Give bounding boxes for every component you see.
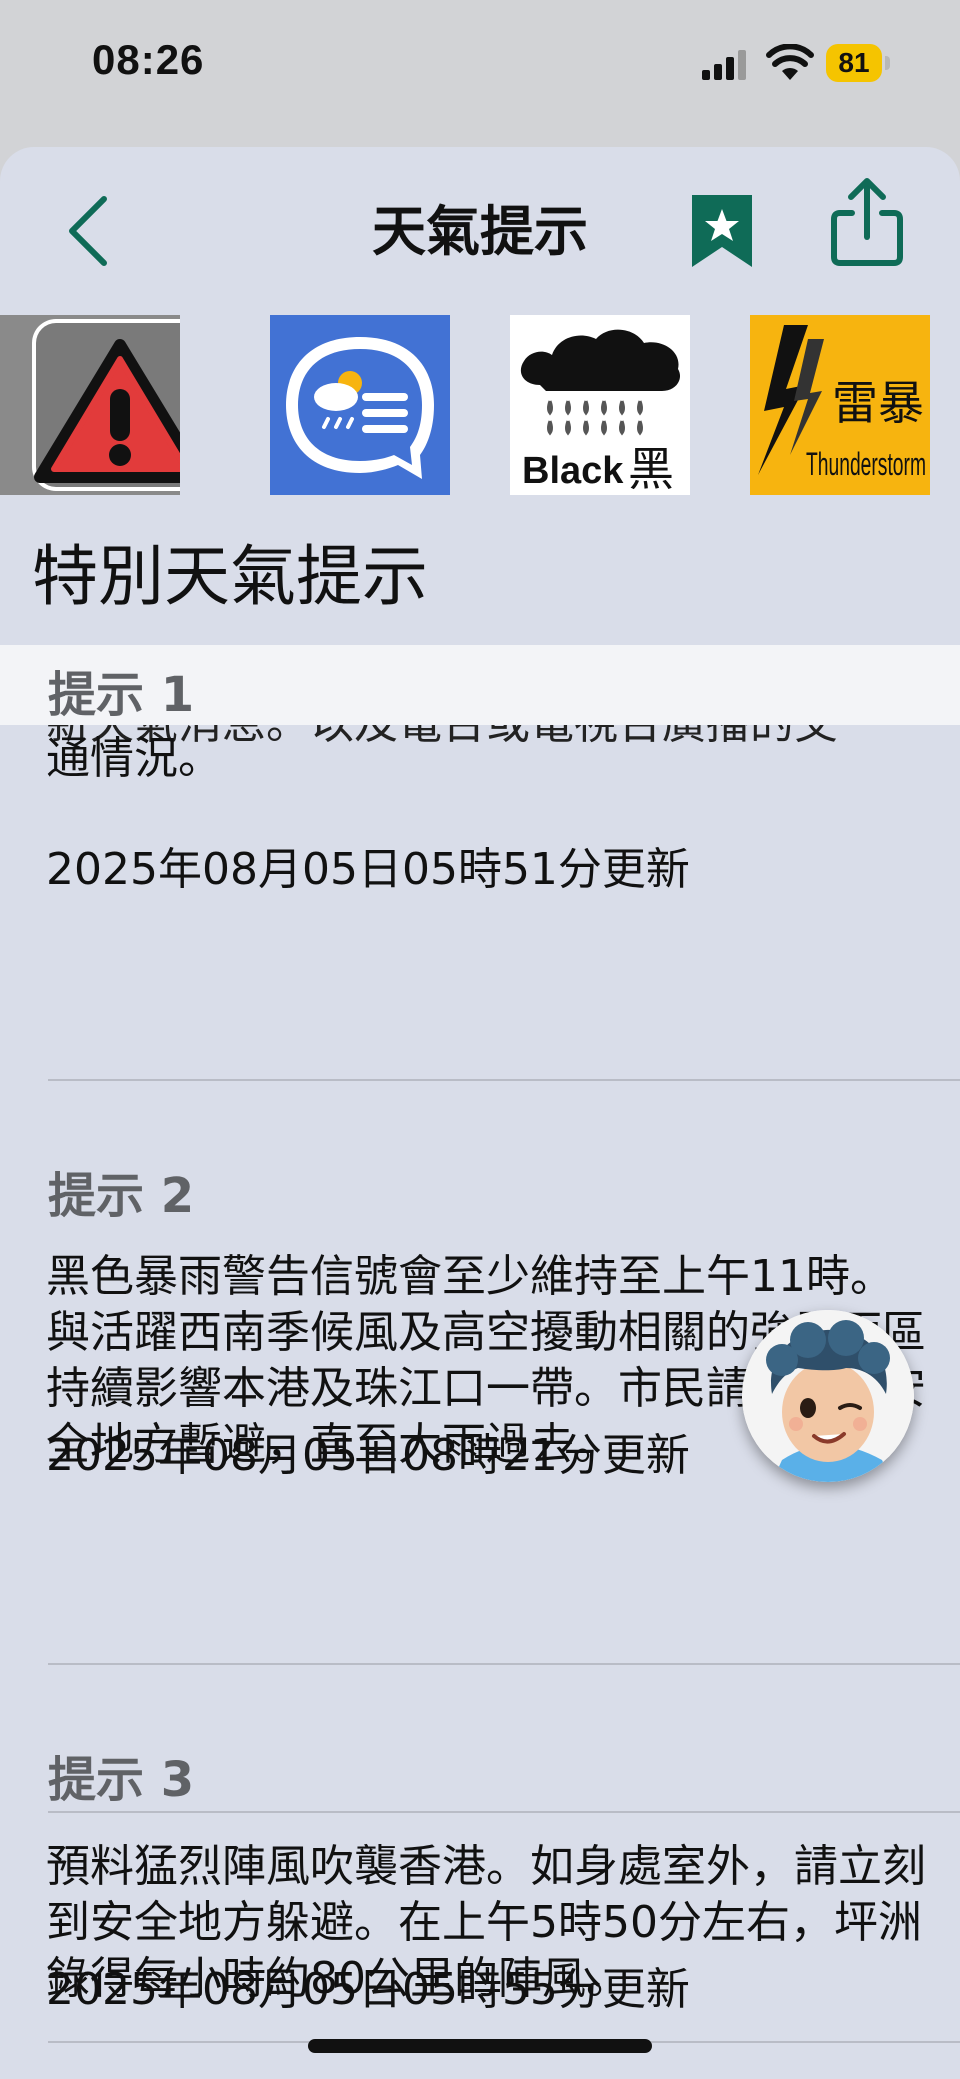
home-indicator[interactable]: [308, 2039, 652, 2053]
sticky-tip-header: 提示 1: [0, 645, 960, 725]
tip-2-heading: 提示 2: [48, 1168, 195, 1224]
thunder-label-zh: 雷暴: [832, 376, 924, 430]
status-time: 08:26: [92, 36, 205, 83]
battery-indicator: 81: [826, 44, 892, 82]
weather-tips-sheet: 天氣提示 Black 黑 雷暴 Thunderstorm 特別天氣提示 通情況。…: [0, 147, 960, 2079]
tip-3-heading: 提示 3: [48, 1752, 195, 1808]
black-rain-label-en: Black: [522, 450, 624, 492]
divider: [48, 1811, 960, 1813]
divider: [48, 1663, 960, 1665]
weather-info-bubble-icon[interactable]: [270, 315, 450, 495]
tip-1-time: 2025年08月05日05時51分更新: [46, 844, 690, 895]
tip-1-text: 通情況。: [46, 733, 222, 784]
cellular-signal-icon: [702, 50, 746, 80]
tip-3-time: 2025年08月05日05時55分更新: [46, 1964, 690, 2015]
divider: [48, 1079, 960, 1081]
black-rain-label-zh: 黑: [628, 442, 674, 495]
page-title: 天氣提示: [372, 200, 588, 263]
wifi-icon: [766, 44, 814, 80]
back-chevron-icon[interactable]: [60, 191, 120, 271]
warning-icon-strip: Black 黑 雷暴 Thunderstorm: [0, 315, 960, 495]
share-icon[interactable]: [826, 177, 908, 269]
black-rainstorm-icon[interactable]: Black 黑: [510, 315, 690, 495]
tip-2-time: 2025年08月05日08時21分更新: [46, 1430, 690, 1481]
thunder-label-en: Thunderstorm: [806, 446, 926, 482]
assistant-avatar[interactable]: [742, 1310, 914, 1482]
battery-percent: 81: [838, 47, 870, 78]
bookmark-star-icon[interactable]: [690, 193, 754, 269]
warning-triangle-icon[interactable]: [0, 315, 180, 495]
section-title: 特別天氣提示: [32, 538, 428, 615]
status-bar: 08:26 81: [0, 0, 960, 140]
thunderstorm-icon[interactable]: 雷暴 Thunderstorm: [750, 315, 930, 495]
